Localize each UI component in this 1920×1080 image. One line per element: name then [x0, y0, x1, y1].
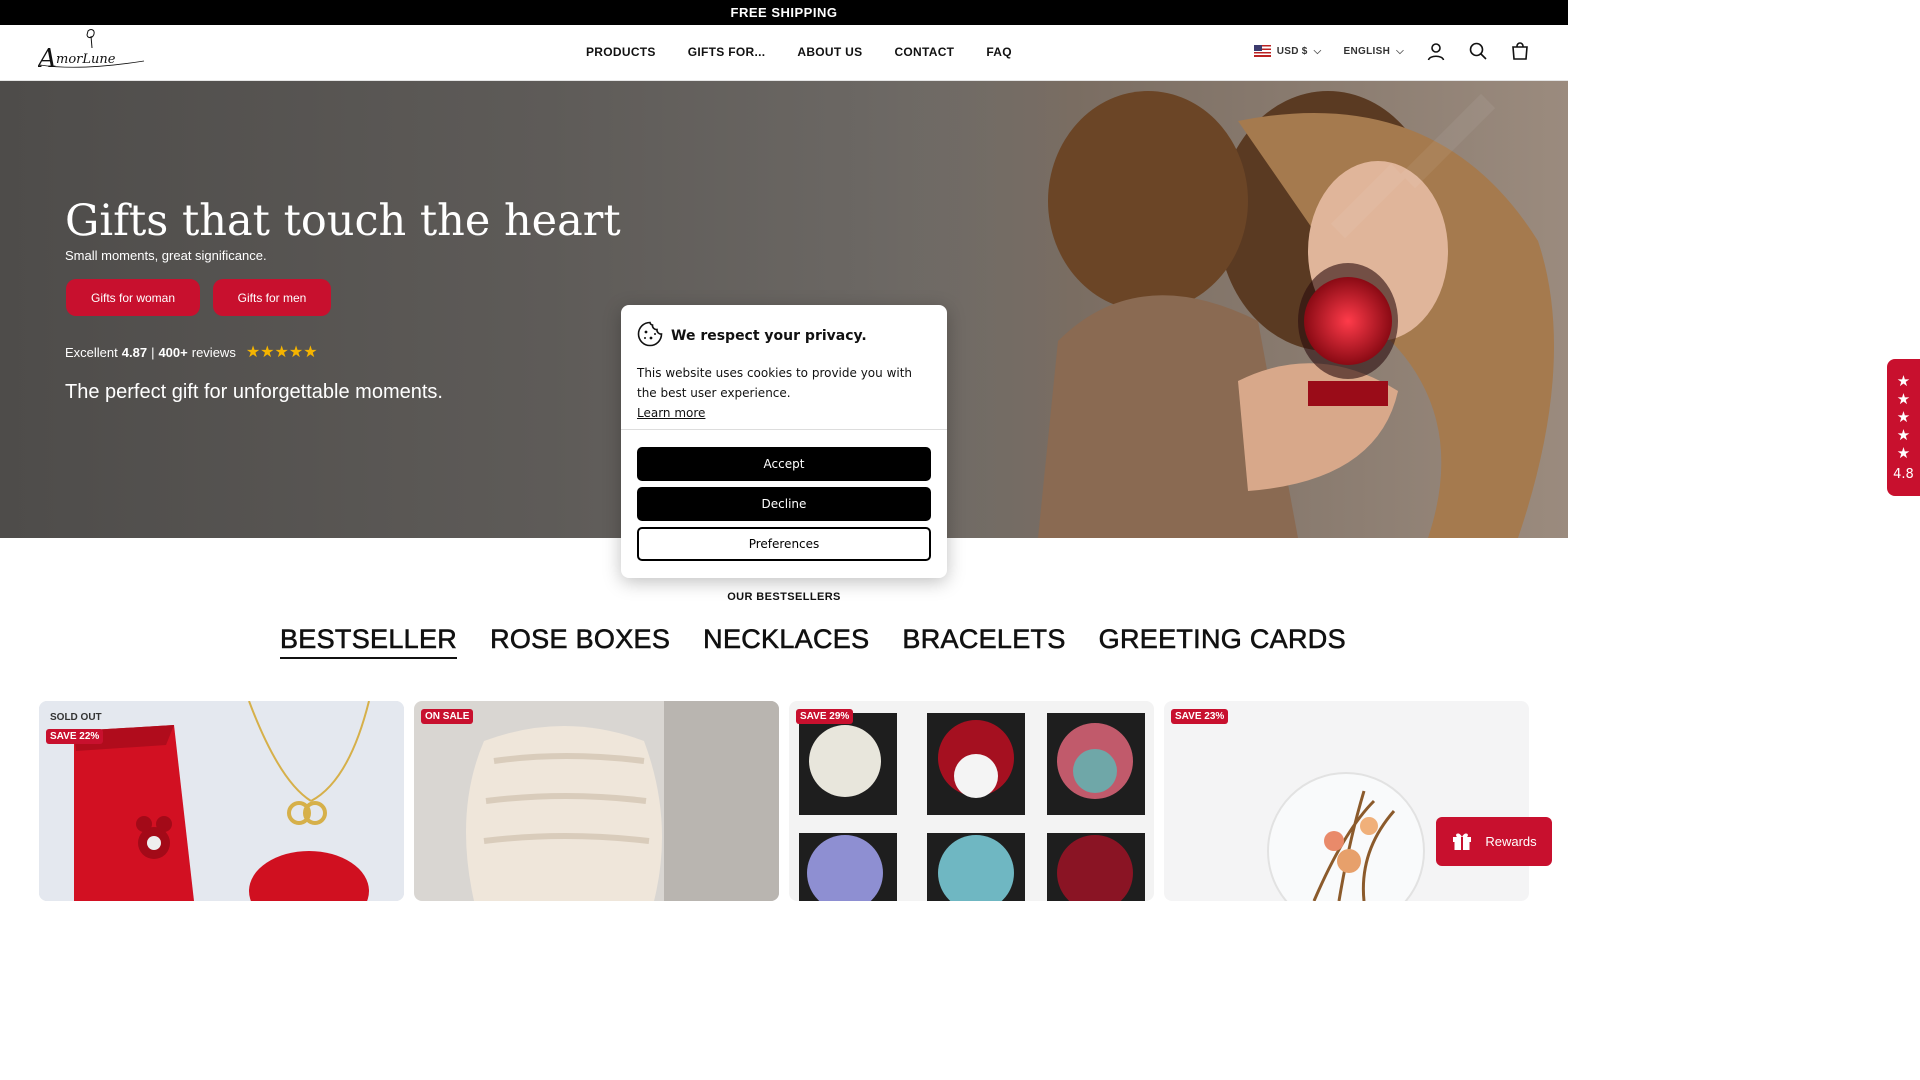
header-actions: USD $ ⌵ ENGLISH ⌵ — [1253, 41, 1530, 61]
decline-button[interactable]: Decline — [637, 487, 931, 521]
nav-products[interactable]: PRODUCTS — [586, 45, 656, 59]
star-rating-icon: ★★★★★ — [245, 344, 318, 361]
divider — [621, 429, 947, 430]
preferences-button[interactable]: Preferences — [637, 527, 931, 561]
product-card[interactable]: ON SALE — [414, 701, 779, 901]
language-selector[interactable]: ENGLISH ⌵ — [1344, 46, 1404, 57]
reviews-widget[interactable]: ★ ★ ★ ★ ★ 4.8 — [1887, 359, 1920, 496]
save-badge: SAVE 23% — [1171, 709, 1229, 724]
main-nav: PRODUCTS GIFTS FOR... ABOUT US CONTACT F… — [586, 45, 1012, 59]
save-badge: SAVE 22% — [46, 729, 104, 744]
hero-rating: Excellent 4.87 | 400+ reviews ★★★★★ — [65, 342, 318, 362]
star-icon: ★ — [1896, 371, 1911, 390]
cookie-header: We respect your privacy. — [637, 321, 867, 351]
account-icon[interactable] — [1426, 41, 1446, 61]
site-header: A morLune PRODUCTS GIFTS FOR... ABOUT US… — [0, 25, 1568, 81]
rewards-button[interactable]: Rewards — [1436, 817, 1552, 866]
star-icon: ★ — [1896, 443, 1911, 462]
section-label: OUR BESTSELLERS — [727, 591, 841, 603]
reviews-suffix: reviews — [191, 344, 236, 360]
rating-value: 4.8 — [1893, 466, 1914, 482]
language-label: ENGLISH — [1343, 45, 1391, 57]
hero-couple-image — [908, 81, 1568, 538]
on-sale-badge: ON SALE — [421, 709, 474, 724]
cookie-title: We respect your privacy. — [671, 328, 867, 344]
product-image — [414, 701, 779, 901]
brand-logo[interactable]: A morLune — [36, 27, 148, 79]
search-icon[interactable] — [1468, 41, 1488, 61]
gifts-for-men-button[interactable]: Gifts for men — [213, 279, 331, 316]
learn-more-link[interactable]: Learn more — [637, 403, 705, 423]
rating-separator: | — [151, 344, 155, 360]
tab-bestseller[interactable]: BESTSELLER — [280, 624, 458, 659]
product-image — [789, 701, 1154, 901]
nav-about-us[interactable]: ABOUT US — [797, 45, 862, 59]
star-icon: ★ — [1896, 389, 1911, 408]
review-count: 400+ — [158, 344, 188, 360]
product-card[interactable]: SOLD OUT SAVE 22% — [39, 701, 404, 901]
chevron-down-icon: ⌵ — [1313, 45, 1322, 57]
accept-button[interactable]: Accept — [637, 447, 931, 481]
announcement-bar: FREE SHIPPING — [0, 0, 1568, 25]
us-flag-icon — [1253, 45, 1271, 57]
svg-text:morLune: morLune — [56, 52, 116, 67]
announcement-text: FREE SHIPPING — [730, 5, 838, 20]
cookie-message: This website uses cookies to provide you… — [637, 366, 913, 400]
nav-contact[interactable]: CONTACT — [894, 45, 954, 59]
rating-value: 4.87 — [121, 344, 148, 360]
category-tabs: BESTSELLER ROSE BOXES NECKLACES BRACELET… — [280, 624, 1346, 659]
product-grid: SOLD OUT SAVE 22% ON SALE SAVE 29% SAVE … — [39, 701, 1529, 901]
currency-label: USD $ — [1276, 45, 1308, 57]
cookie-icon — [637, 321, 663, 351]
tab-necklaces[interactable]: NECKLACES — [703, 624, 870, 659]
currency-selector[interactable]: USD $ ⌵ — [1253, 45, 1322, 57]
gifts-for-woman-button[interactable]: Gifts for woman — [66, 279, 200, 316]
sold-out-badge: SOLD OUT — [50, 712, 102, 723]
svg-text:A: A — [38, 44, 57, 74]
hero-title: Gifts that touch the heart — [65, 196, 621, 246]
star-icon: ★ — [1896, 425, 1911, 444]
save-badge: SAVE 29% — [796, 709, 854, 724]
tab-rose-boxes[interactable]: ROSE BOXES — [490, 624, 670, 659]
cookie-body: This website uses cookies to provide you… — [637, 363, 933, 423]
rating-prefix: Excellent — [65, 344, 118, 360]
gift-icon — [1451, 829, 1473, 854]
tab-bracelets[interactable]: BRACELETS — [902, 624, 1066, 659]
product-image — [1164, 701, 1529, 901]
rewards-label: Rewards — [1485, 834, 1537, 849]
product-card[interactable]: SAVE 29% — [789, 701, 1154, 901]
tab-greeting-cards[interactable]: GREETING CARDS — [1098, 624, 1346, 659]
nav-gifts-for[interactable]: GIFTS FOR... — [688, 45, 766, 59]
hero-tagline: The perfect gift for unforgettable momen… — [65, 381, 443, 403]
product-card[interactable]: SAVE 23% — [1164, 701, 1529, 901]
star-icon: ★ — [1896, 407, 1911, 426]
cart-icon[interactable] — [1510, 41, 1530, 61]
hero-subtitle: Small moments, great significance. — [65, 248, 267, 263]
nav-faq[interactable]: FAQ — [986, 45, 1012, 59]
cookie-consent-dialog: We respect your privacy. This website us… — [621, 305, 947, 578]
chevron-down-icon: ⌵ — [1396, 45, 1404, 57]
